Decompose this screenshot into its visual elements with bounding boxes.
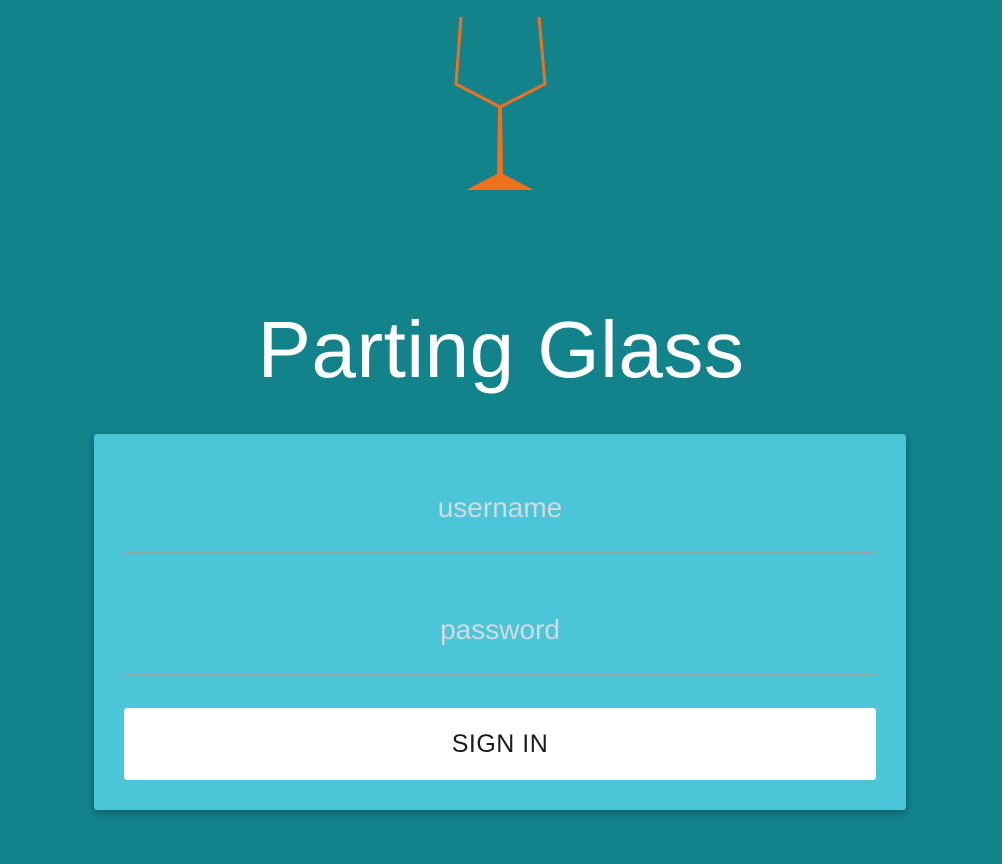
password-input[interactable] — [124, 586, 876, 676]
sign-in-button[interactable]: SIGN IN — [124, 708, 876, 780]
app-title: Parting Glass — [257, 305, 745, 394]
username-input[interactable] — [124, 464, 876, 554]
login-page: Parting Glass SIGN IN — [0, 0, 1002, 864]
login-card: SIGN IN — [94, 434, 906, 810]
password-field-wrapper — [124, 586, 876, 676]
wine-glass-icon — [451, 14, 551, 194]
username-field-wrapper — [124, 464, 876, 554]
